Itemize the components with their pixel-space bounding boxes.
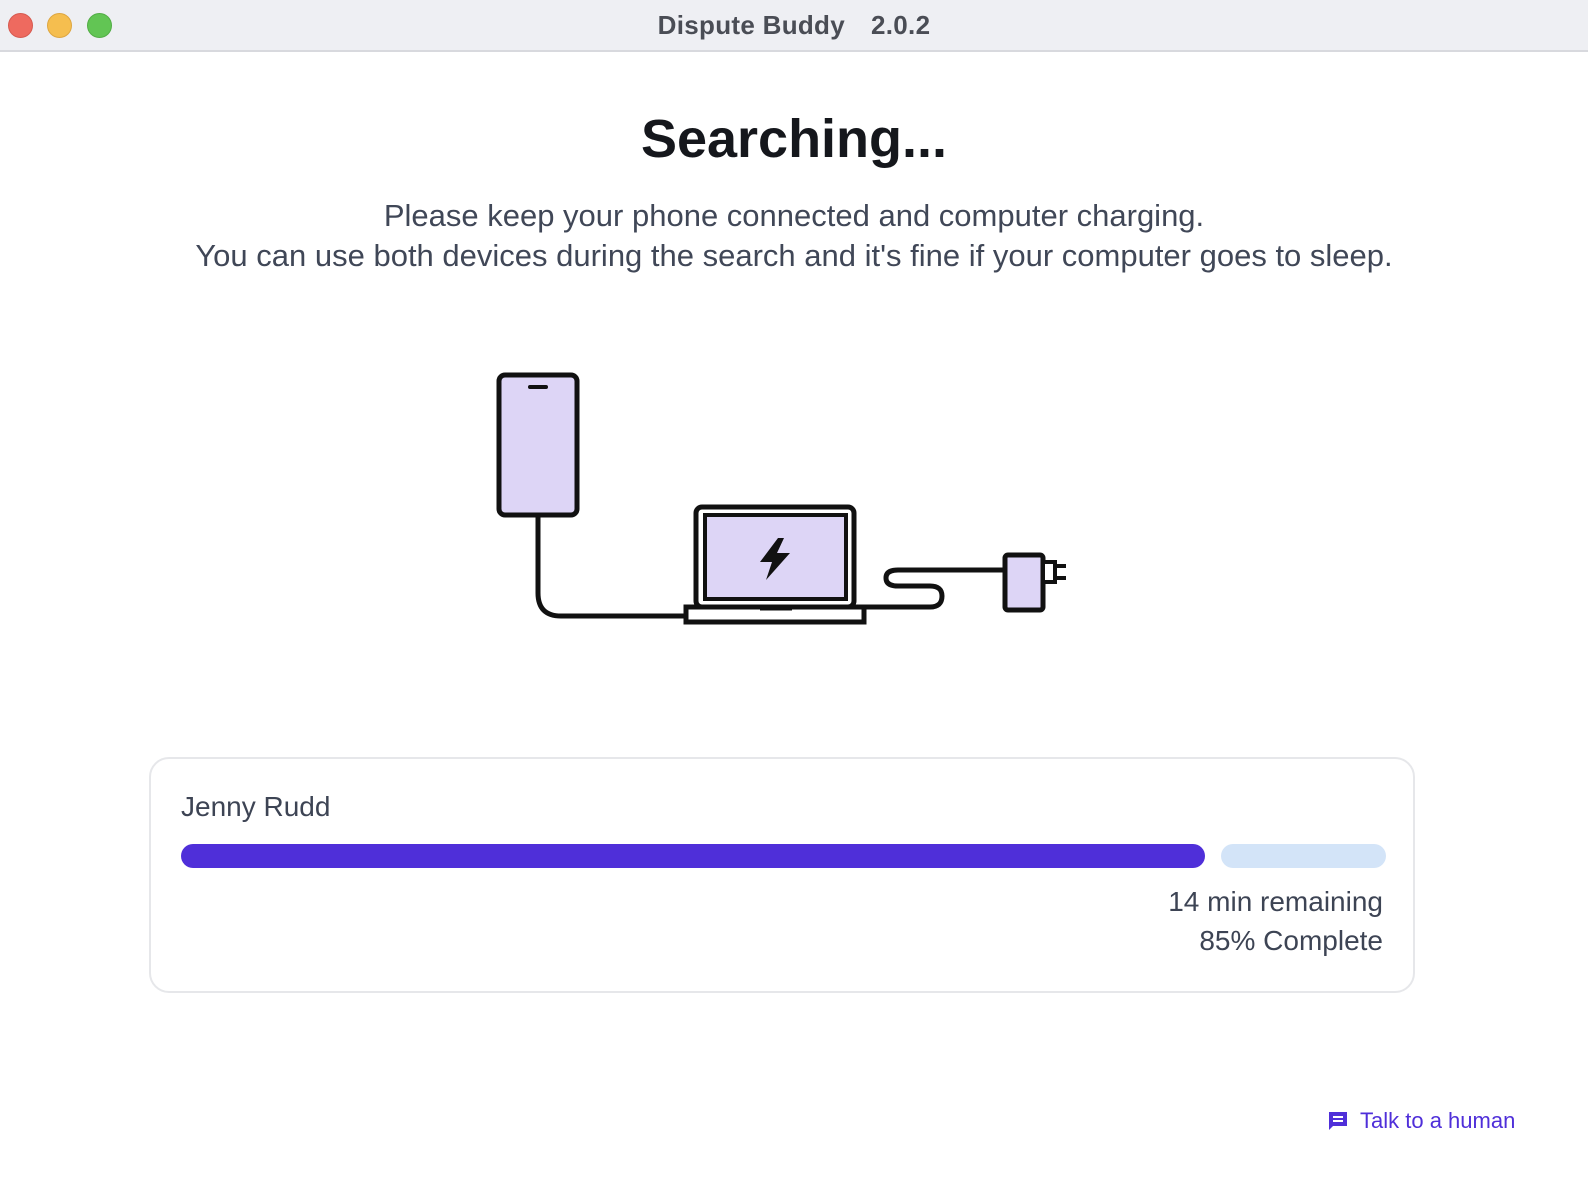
- charger-cable: [864, 567, 1005, 610]
- app-name: Dispute Buddy: [657, 10, 846, 40]
- chat-icon: [1329, 1112, 1347, 1130]
- progress-bar-remaining: [1221, 844, 1386, 868]
- charger-plug-icon: [1002, 552, 1066, 613]
- phone-cable: [535, 515, 690, 619]
- talk-to-human-link[interactable]: Talk to a human: [1326, 1108, 1515, 1134]
- charging-devices-illustration: [496, 372, 1066, 625]
- talk-to-human-label: Talk to a human: [1360, 1108, 1516, 1133]
- app-version: 2.0.2: [871, 10, 931, 40]
- percent-complete: 85% Complete: [1199, 925, 1383, 956]
- user-name: Jenny Rudd: [181, 791, 331, 822]
- phone-icon: [496, 372, 580, 518]
- window-title: Dispute Buddy 2.0.2: [0, 10, 1588, 41]
- progress-bar-filled: [181, 844, 1205, 868]
- title-bar: Dispute Buddy 2.0.2: [0, 0, 1588, 52]
- instruction-line-1: Please keep your phone connected and com…: [383, 198, 1205, 233]
- instructions: Please keep your phone connected and com…: [0, 196, 1588, 276]
- instruction-line-2: You can use both devices during the sear…: [195, 238, 1393, 273]
- progress-card: Jenny Rudd 14 min remaining 85% Complete: [149, 757, 1415, 993]
- time-remaining: 14 min remaining: [1168, 886, 1383, 917]
- page-title: Searching...: [640, 109, 948, 169]
